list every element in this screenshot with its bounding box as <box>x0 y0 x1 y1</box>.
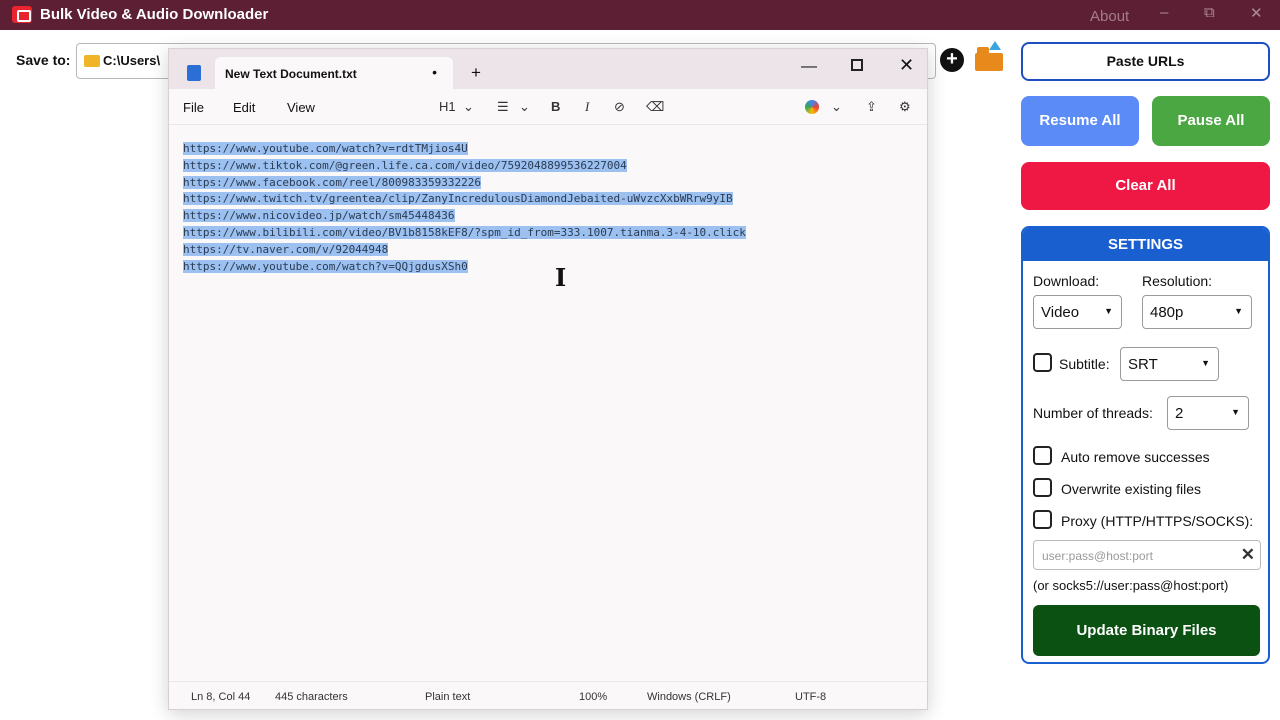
paste-urls-button[interactable]: Paste URLs <box>1021 42 1270 81</box>
menu-edit[interactable]: Edit <box>233 100 255 115</box>
app-title: Bulk Video & Audio Downloader <box>40 6 269 23</box>
threads-value: 2 <box>1175 405 1184 422</box>
notepad-icon <box>187 65 201 81</box>
url-text: https://www.nicovideo.jp/watch/sm4544843… <box>183 209 455 223</box>
dropdown-arrow-icon: ▼ <box>1104 306 1113 316</box>
subtitle-checkbox[interactable] <box>1033 353 1052 372</box>
notepad-close-button[interactable]: ✕ <box>899 55 914 76</box>
url-text: https://www.facebook.com/reel/8009833593… <box>183 175 482 189</box>
update-binary-files-button[interactable]: Update Binary Files <box>1033 605 1260 656</box>
zoom-level[interactable]: 100% <box>579 691 607 703</box>
download-type-value: Video <box>1041 304 1080 321</box>
download-type-select[interactable]: Video ▼ <box>1033 295 1122 329</box>
clear-formatting-icon[interactable]: ⌫ <box>646 99 664 115</box>
settings-panel: SETTINGS Download: Resolution: Video ▼ 4… <box>1021 226 1270 664</box>
url-text: https://www.twitch.tv/greentea/clip/Zany… <box>183 192 733 206</box>
resolution-select[interactable]: 480p ▼ <box>1142 295 1252 329</box>
close-button[interactable]: ✕ <box>1250 4 1263 22</box>
cursor-position: Ln 8, Col 44 <box>191 691 251 703</box>
bold-button[interactable]: B <box>551 99 560 114</box>
text-line: https://www.facebook.com/reel/8009833593… <box>183 175 746 192</box>
save-path-text: C:\Users\ <box>103 53 161 68</box>
text-line: https://www.twitch.tv/greentea/clip/Zany… <box>183 191 746 208</box>
character-count: 445 characters <box>275 691 348 703</box>
text-line: https://www.tiktok.com/@green.life.ca.co… <box>183 158 746 175</box>
app-logo-icon <box>12 6 32 23</box>
minimize-button[interactable]: – <box>1160 4 1168 21</box>
proxy-label: Proxy (HTTP/HTTPS/SOCKS): <box>1061 513 1254 529</box>
download-label: Download: <box>1033 273 1100 289</box>
open-folder-icon-arrow <box>989 41 1001 50</box>
new-tab-button[interactable]: + <box>471 63 481 83</box>
tab-new-text-document[interactable]: New Text Document.txt • <box>215 57 453 89</box>
folder-icon <box>84 55 100 67</box>
url-text: https://www.youtube.com/watch?v=QQjgdusX… <box>183 259 468 273</box>
save-to-label: Save to: <box>16 52 71 68</box>
notepad-maximize-button[interactable] <box>851 59 863 71</box>
encoding[interactable]: UTF-8 <box>795 691 826 703</box>
text-line: https://www.youtube.com/watch?v=QQjgdusX… <box>183 259 746 276</box>
subtitle-format-value: SRT <box>1128 356 1158 373</box>
overwrite-label: Overwrite existing files <box>1061 481 1202 497</box>
text-line: https://www.youtube.com/watch?v=rdtTMjio… <box>183 141 746 158</box>
gear-icon[interactable]: ⚙ <box>899 99 911 115</box>
notepad-window: New Text Document.txt • + — ✕ File Edit … <box>168 48 928 710</box>
resolution-value: 480p <box>1150 304 1184 321</box>
italic-button[interactable]: I <box>585 99 589 115</box>
notepad-statusbar: Ln 8, Col 44 445 characters Plain text 1… <box>169 681 927 709</box>
add-button[interactable]: + <box>940 48 964 72</box>
subtitle-label: Subtitle: <box>1059 356 1110 372</box>
menu-file[interactable]: File <box>183 100 204 115</box>
dropdown-arrow-icon: ▼ <box>1201 358 1210 368</box>
url-text: https://tv.naver.com/v/92044948 <box>183 242 389 256</box>
proxy-input[interactable]: user:pass@host:port ✕ <box>1033 540 1261 570</box>
proxy-placeholder: user:pass@host:port <box>1042 549 1153 563</box>
text-mode[interactable]: Plain text <box>425 691 470 703</box>
share-icon[interactable]: ⇪ <box>866 99 877 115</box>
list-icon[interactable]: ☰ <box>497 99 509 115</box>
text-line: https://www.nicovideo.jp/watch/sm4544843… <box>183 208 746 225</box>
auto-remove-label: Auto remove successes <box>1061 449 1210 465</box>
resume-all-button[interactable]: Resume All <box>1021 96 1139 146</box>
chevron-down-icon: ⌄ <box>463 99 474 114</box>
text-line: https://www.bilibili.com/video/BV1b8158k… <box>183 225 746 242</box>
dropdown-arrow-icon: ▼ <box>1234 306 1243 316</box>
threads-select[interactable]: 2 ▼ <box>1167 396 1249 430</box>
link-icon[interactable]: ⊘ <box>614 99 625 115</box>
threads-label: Number of threads: <box>1033 405 1153 421</box>
menu-view[interactable]: View <box>287 100 315 115</box>
clear-all-button[interactable]: Clear All <box>1021 162 1270 210</box>
dropdown-arrow-icon: ▼ <box>1231 407 1240 417</box>
pause-all-button[interactable]: Pause All <box>1152 96 1270 146</box>
overwrite-checkbox[interactable] <box>1033 478 1052 497</box>
notepad-tabbar: New Text Document.txt • + — ✕ <box>169 49 927 89</box>
notepad-menubar: File Edit View H1 ⌄ ☰ ⌄ B I ⊘ ⌫ ⌄ ⇪ ⚙ <box>169 89 927 125</box>
open-folder-icon-body <box>975 53 1003 71</box>
about-menu[interactable]: About <box>1090 8 1129 25</box>
open-folder-button[interactable] <box>975 41 1003 71</box>
auto-remove-checkbox[interactable] <box>1033 446 1052 465</box>
url-text: https://www.youtube.com/watch?v=rdtTMjio… <box>183 142 468 155</box>
notepad-minimize-button[interactable]: — <box>801 58 817 76</box>
maximize-button[interactable]: ⧉ <box>1204 4 1215 21</box>
app-titlebar: Bulk Video & Audio Downloader About – ⧉ … <box>0 0 1280 30</box>
copilot-icon[interactable] <box>805 100 819 114</box>
unsaved-dot-icon[interactable]: • <box>432 64 437 80</box>
proxy-hint: (or socks5://user:pass@host:port) <box>1033 578 1229 593</box>
heading-button[interactable]: H1 <box>439 99 456 114</box>
settings-header: SETTINGS <box>1023 228 1268 261</box>
resolution-label: Resolution: <box>1142 273 1213 289</box>
subtitle-format-select[interactable]: SRT ▼ <box>1120 347 1219 381</box>
notepad-text-area[interactable]: https://www.youtube.com/watch?v=rdtTMjio… <box>183 141 746 275</box>
url-text: https://www.tiktok.com/@green.life.ca.co… <box>183 158 627 172</box>
proxy-checkbox[interactable] <box>1033 510 1052 529</box>
chevron-down-icon: ⌄ <box>519 99 530 114</box>
line-ending[interactable]: Windows (CRLF) <box>647 691 731 703</box>
url-text: https://www.bilibili.com/video/BV1b8158k… <box>183 225 746 239</box>
text-cursor-icon: I <box>555 263 567 292</box>
text-line: https://tv.naver.com/v/92044948 <box>183 242 746 259</box>
clear-proxy-icon[interactable]: ✕ <box>1241 545 1255 565</box>
tab-title: New Text Document.txt <box>225 67 357 81</box>
chevron-down-icon: ⌄ <box>831 99 842 114</box>
